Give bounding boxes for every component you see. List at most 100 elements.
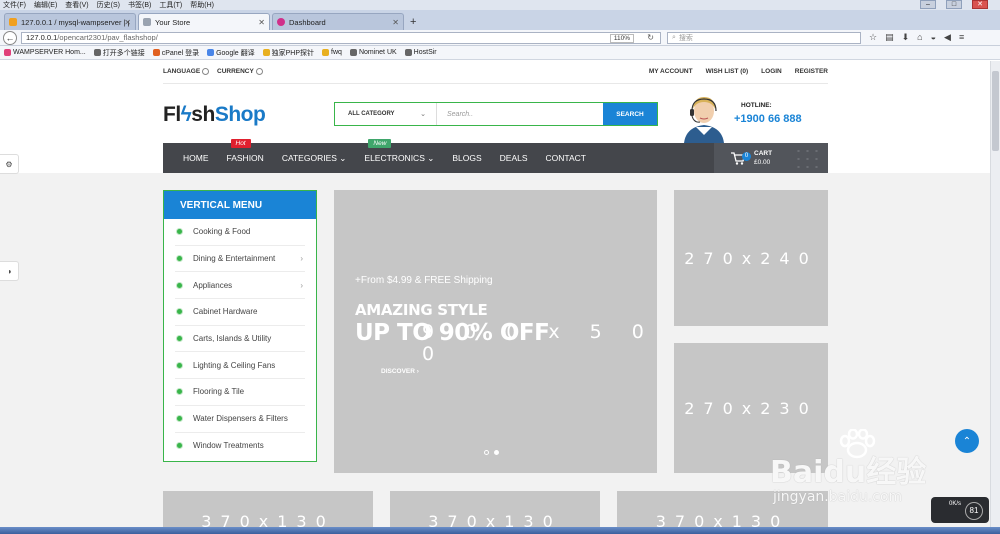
menu-bookmarks[interactable]: 书签(B): [128, 0, 151, 10]
vmenu-item-cabinet-hardware[interactable]: Cabinet Hardware: [175, 299, 305, 326]
bookmark-item[interactable]: WAMPSERVER Hom...: [4, 49, 86, 56]
tab-close-icon[interactable]: ✕: [258, 18, 265, 27]
menu-edit[interactable]: 编辑(E): [34, 0, 57, 10]
bookmark-item[interactable]: Nominet UK: [349, 49, 397, 56]
vmenu-item-window-treatments[interactable]: Window Treatments: [175, 433, 305, 460]
slider-dot-active[interactable]: [494, 450, 499, 455]
hero-slider[interactable]: 9 0 0 x 5 0 0 +From $4.99 & FREE Shippin…: [334, 190, 657, 473]
cart-button[interactable]: 0 CART £0.00: [714, 143, 828, 173]
banner-right-bottom[interactable]: 270x230: [674, 343, 828, 473]
bookmark-folder-icon: [262, 49, 270, 56]
banner-bottom-3[interactable]: 370x130: [617, 491, 828, 527]
search-button[interactable]: SEARCH: [603, 103, 657, 125]
vmenu-item-lighting-fans[interactable]: Lighting & Ceiling Fans: [175, 352, 305, 380]
nav-home[interactable]: HOME: [183, 153, 209, 163]
browser-search-placeholder: 搜索: [678, 34, 693, 42]
vmenu-item-flooring-tile[interactable]: Flooring & Tile: [175, 379, 305, 406]
logo-bolt-icon: ϟ: [180, 103, 192, 126]
vmenu-item-appliances[interactable]: Appliances ›: [175, 272, 305, 300]
nav-electronics[interactable]: New ELECTRONICS ⌄: [364, 138, 434, 164]
bookmark-item[interactable]: Google 翻译: [207, 48, 255, 58]
register-link[interactable]: REGISTER: [795, 68, 828, 75]
account-links: MY ACCOUNT WISH LIST (0) LOGIN REGISTER: [649, 68, 828, 75]
nav-contact[interactable]: CONTACT: [546, 153, 586, 163]
menu-view[interactable]: 查看(V): [65, 0, 88, 10]
bookmark-item[interactable]: 独家PHP探针: [262, 48, 314, 58]
menu-tools[interactable]: 工具(T): [159, 0, 182, 10]
bookmark-item[interactable]: HostSir: [404, 49, 437, 56]
vertical-scrollbar[interactable]: [990, 61, 1000, 527]
toolbar-icons: ☆ ▤ ⬇ ⌂ ◒ ◀ ≡: [869, 32, 964, 43]
vmenu-item-label: Appliances: [193, 280, 233, 290]
banner-bottom-2[interactable]: 370x130: [390, 491, 600, 527]
network-speed-widget[interactable]: 0K/s 81: [931, 497, 989, 523]
vmenu-item-water-dispensers[interactable]: Water Dispensers & Filters: [175, 406, 305, 433]
hot-badge: Hot: [230, 139, 251, 148]
page-viewport: LANGUAGE CURRENCY MY ACCOUNT WISH LIST (…: [0, 61, 990, 527]
nav-fashion[interactable]: Hot FASHION: [226, 139, 264, 163]
scrollbar-thumb[interactable]: [992, 71, 999, 151]
bookmark-item[interactable]: 打开多个链接: [93, 48, 145, 58]
tab-dashboard[interactable]: Dashboard ✕: [272, 13, 404, 30]
zoom-indicator[interactable]: 110%: [609, 33, 634, 43]
nav-categories[interactable]: CATEGORIES ⌄: [282, 153, 347, 164]
settings-gear-icon[interactable]: ⚙: [0, 154, 19, 174]
vmenu-item-label: Window Treatments: [193, 441, 264, 451]
discover-button[interactable]: DISCOVER ›: [381, 368, 419, 375]
slider-dot[interactable]: [484, 450, 489, 455]
new-tab-button[interactable]: +: [410, 16, 416, 28]
banner-right-top[interactable]: 270x240: [674, 190, 828, 326]
bookmark-item[interactable]: fwq: [322, 49, 342, 56]
language-label: LANGUAGE: [163, 68, 201, 76]
minimize-icon[interactable]: –: [920, 0, 936, 9]
pocket-icon[interactable]: ◒: [931, 32, 936, 43]
banner-bottom-1[interactable]: 370x130: [163, 491, 373, 527]
bookmark-item[interactable]: cPanel 登录: [152, 48, 199, 58]
tab-your-store[interactable]: Your Store ✕: [138, 13, 270, 30]
language-dropdown[interactable]: LANGUAGE: [163, 68, 210, 76]
nav-deals[interactable]: DEALS: [500, 153, 528, 163]
close-icon[interactable]: ✕: [972, 0, 988, 9]
back-to-top-button[interactable]: ⌃: [955, 429, 979, 453]
search-input[interactable]: Search..: [437, 103, 603, 125]
theme-contrast-icon[interactable]: ◑: [0, 261, 19, 281]
tab-close-icon[interactable]: ✕: [124, 18, 131, 27]
nav-blogs[interactable]: BLOGS: [452, 153, 481, 163]
browser-search-input[interactable]: ⌕ 搜索: [667, 31, 861, 44]
home-icon[interactable]: ⌂: [917, 32, 922, 43]
extension-icon[interactable]: ◀: [944, 32, 951, 43]
chevron-up-icon: ⌃: [962, 435, 972, 447]
menu-help[interactable]: 帮助(H): [190, 0, 214, 10]
reload-icon[interactable]: ↻: [647, 33, 654, 42]
back-button[interactable]: ←: [3, 30, 17, 45]
currency-dropdown[interactable]: CURRENCY: [217, 68, 263, 75]
bullet-icon: [177, 229, 182, 235]
bookmark-star-icon[interactable]: ☆: [869, 32, 877, 43]
bullet-icon: [177, 309, 182, 315]
nav-fashion-label: FASHION: [226, 153, 264, 163]
vmenu-item-carts-islands[interactable]: Carts, Islands & Utility: [175, 326, 305, 353]
vmenu-item-cooking-food[interactable]: Cooking & Food: [175, 219, 305, 246]
hamburger-menu-icon[interactable]: ≡: [959, 32, 964, 43]
cart-label: CART: [754, 150, 773, 157]
download-icon[interactable]: ⬇: [902, 32, 910, 43]
hotline-label: HOTLINE:: [741, 102, 772, 109]
store-logo[interactable]: FlϟshShop: [163, 103, 266, 127]
menu-history[interactable]: 历史(S): [97, 0, 120, 10]
tab-close-icon[interactable]: ✕: [392, 18, 399, 27]
bookmark-label: WAMPSERVER Hom...: [13, 49, 86, 56]
reading-list-icon[interactable]: ▤: [885, 32, 894, 43]
tab-phpmyadmin[interactable]: 127.0.0.1 / mysql-wampserver | ph ✕: [4, 13, 136, 30]
url-bar[interactable]: 127.0.0.1 /opencart2301/pav_flashshop/ 1…: [21, 31, 661, 44]
menu-file[interactable]: 文件(F): [3, 0, 26, 10]
login-link[interactable]: LOGIN: [761, 68, 782, 75]
vmenu-item-dining-entertainment[interactable]: Dining & Entertainment ›: [175, 246, 305, 273]
hotline-number[interactable]: +1900 66 888: [734, 113, 802, 125]
vertical-menu: VERTICAL MENU Cooking & Food Dining & En…: [163, 190, 317, 462]
maximize-icon[interactable]: □: [946, 0, 962, 9]
my-account-link[interactable]: MY ACCOUNT: [649, 68, 693, 75]
category-select[interactable]: ALL CATEGORY ⌄: [335, 103, 437, 125]
vmenu-item-label: Flooring & Tile: [193, 387, 245, 397]
slider-pagination: [484, 450, 499, 455]
wish-list-link[interactable]: WISH LIST (0): [706, 68, 749, 75]
